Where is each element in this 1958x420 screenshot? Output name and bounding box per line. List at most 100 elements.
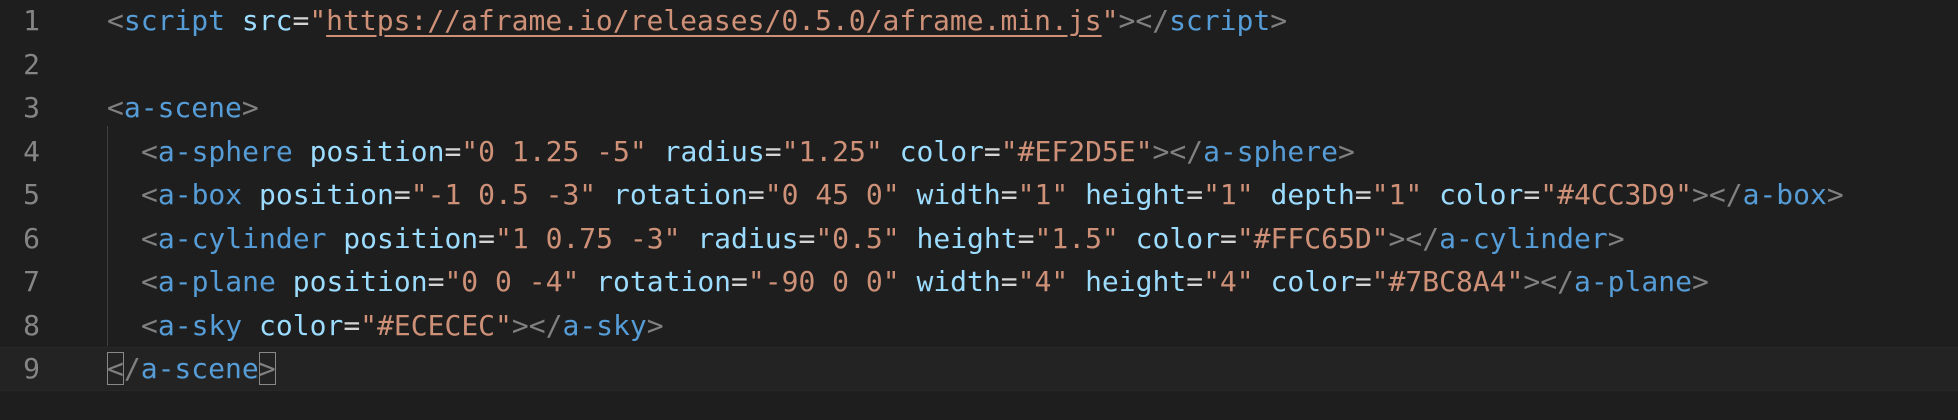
code-token: height	[1085, 178, 1187, 211]
code-token: =	[1000, 178, 1018, 211]
code-token: "#ECECEC"	[360, 308, 512, 342]
code-token: radius	[663, 134, 765, 168]
code-token: =	[1186, 178, 1204, 211]
code-token: height	[1085, 265, 1187, 298]
code-text[interactable]: <a-box position="-1 0.5 -3" rotation="0 …	[141, 173, 1844, 217]
code-token: =	[731, 265, 748, 298]
code-line-9[interactable]: 9 </a-scene>	[0, 347, 1958, 391]
code-token: ></	[1152, 134, 1204, 168]
code-token: =	[798, 221, 816, 255]
code-line-6[interactable]: 6 <a-cylinder position="1 0.75 -3" radius…	[0, 217, 1958, 261]
code-line-1[interactable]: 1 <script src="https://aframe.io/releases…	[0, 0, 1958, 43]
code-token: =	[478, 221, 496, 255]
code-token: "#4CC3D9"	[1540, 178, 1692, 211]
code-token: color	[1135, 221, 1220, 255]
code-token: =	[1186, 265, 1204, 298]
code-token: "	[309, 4, 327, 37]
code-token: color	[899, 134, 984, 168]
code-token: "#FFC65D"	[1236, 221, 1389, 255]
code-token: <	[141, 265, 158, 298]
code-text[interactable]: <a-sky color="#ECECEC"></a-sky>	[141, 304, 664, 348]
code-editor[interactable]: 1 <script src="https://aframe.io/releases…	[0, 0, 1958, 420]
code-text[interactable]: <a-sphere position="0 1.25 -5" radius="1…	[141, 130, 1355, 174]
code-line-7[interactable]: 7 <a-plane position="0 0 -4" rotation="-9…	[0, 260, 1958, 304]
code-token: <	[141, 134, 158, 168]
code-token: "4"	[1203, 265, 1254, 298]
code-token: =	[747, 178, 765, 211]
code-line-5[interactable]: 5 <a-box position="-1 0.5 -3" rotation="0…	[0, 173, 1958, 217]
code-token: /	[123, 352, 141, 385]
code-token: =	[1219, 221, 1237, 255]
code-token: =	[343, 308, 361, 342]
code-token: "-90 0 0"	[747, 265, 900, 298]
matched-bracket: <	[107, 352, 124, 385]
code-token: rotation	[596, 265, 732, 298]
code-text[interactable]: <a-cylinder position="1 0.75 -3" radius=…	[141, 217, 1625, 261]
code-token: =	[292, 4, 310, 37]
code-line-2[interactable]: 2	[0, 43, 1958, 87]
code-token: "1"	[1017, 178, 1069, 211]
code-token: a-box	[157, 178, 243, 211]
code-line-3[interactable]: 3 <a-scene>	[0, 86, 1958, 130]
code-text[interactable]: <a-scene>	[107, 86, 259, 130]
code-token: a-sky	[562, 308, 647, 342]
code-token: a-scene	[123, 91, 242, 124]
code-token: ></	[1523, 265, 1574, 298]
code-token: "-1 0.5 -3"	[410, 178, 597, 211]
code-token: >	[1607, 221, 1625, 255]
code-token: ></	[1118, 4, 1170, 37]
code-token: https://aframe.io/releases/0.5.0/aframe.…	[326, 4, 1102, 37]
code-token: a-sphere	[157, 134, 293, 168]
code-token: "0.5"	[815, 221, 900, 255]
code-token: "	[1101, 4, 1119, 37]
code-token: a-plane	[157, 265, 276, 298]
code-token: color	[1270, 265, 1355, 298]
code-token: =	[427, 265, 445, 298]
code-token: position	[309, 134, 445, 168]
line-number: 5	[23, 178, 40, 211]
code-text[interactable]: <a-plane position="0 0 -4" rotation="-90…	[141, 260, 1709, 304]
line-number: 6	[23, 221, 40, 255]
code-token: =	[444, 134, 462, 168]
code-token: width	[916, 178, 1001, 211]
code-token: >	[1826, 178, 1844, 211]
code-token: <	[141, 178, 158, 211]
code-text[interactable]: <script src="https://aframe.io/releases/…	[107, 0, 1287, 43]
code-token: =	[1017, 221, 1035, 255]
code-token: a-sphere	[1203, 134, 1338, 168]
code-token: "1"	[1203, 178, 1254, 211]
code-token: color	[1439, 178, 1524, 211]
code-line-4[interactable]: 4 <a-sphere position="0 1.25 -5" radius="…	[0, 130, 1958, 174]
code-text[interactable]: </a-scene>	[107, 348, 276, 390]
code-token: "#EF2D5E"	[1000, 134, 1153, 168]
code-token: "1 0.75 -3"	[495, 221, 681, 255]
code-token: script	[1169, 4, 1271, 37]
code-line-8[interactable]: 8 <a-sky color="#ECECEC"></a-sky>	[0, 304, 1958, 348]
code-token: "0 45 0"	[764, 178, 900, 211]
code-token: position	[343, 221, 479, 255]
line-number: 3	[23, 91, 40, 124]
code-token: position	[259, 178, 394, 211]
line-number: 8	[23, 308, 40, 342]
code-token: "4"	[1017, 265, 1069, 298]
line-number: 2	[23, 47, 40, 81]
code-token: <	[141, 221, 158, 255]
line-number: 4	[23, 134, 40, 168]
line-number: 7	[23, 265, 40, 298]
code-token: radius	[697, 221, 799, 255]
